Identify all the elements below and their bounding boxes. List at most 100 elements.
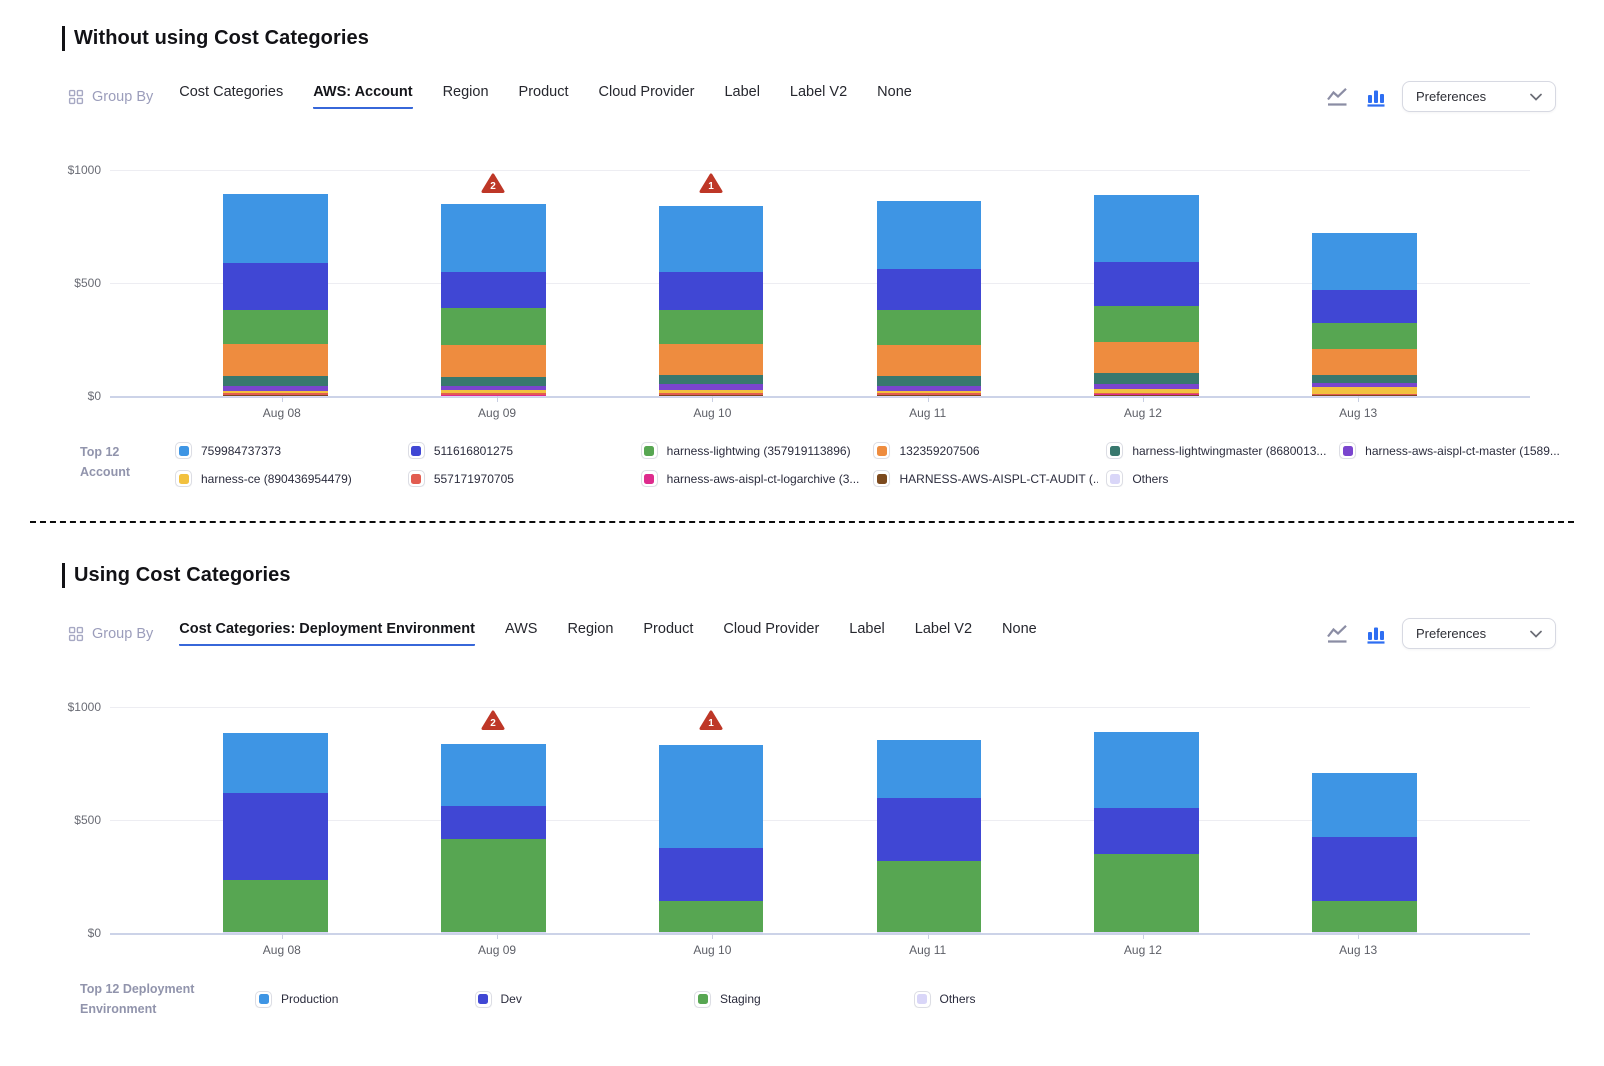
legend-item-harness-aws-aispl-ct-logarchive-3[interactable]: harness-aws-aispl-ct-logarchive (3... [641, 470, 866, 487]
stacked-bar-aug-08[interactable] [223, 194, 328, 396]
bar-segment-staging[interactable] [1312, 901, 1417, 933]
tab-cost-categories[interactable]: Cost Categories [179, 84, 283, 109]
tab-label[interactable]: Label [724, 84, 759, 109]
bar-segment-harness-lightwingmaster-8680013[interactable] [659, 375, 764, 384]
bar-segment-harness-lightwingmaster-8680013[interactable] [223, 376, 328, 386]
legend-item-others[interactable]: Others [914, 991, 1126, 1008]
tab-product[interactable]: Product [519, 84, 569, 109]
legend-item-staging[interactable]: Staging [694, 991, 906, 1008]
bar-segment-132359207506[interactable] [1094, 342, 1199, 374]
stacked-bar-aug-13[interactable] [1312, 233, 1417, 396]
stacked-bar-aug-13[interactable] [1312, 773, 1417, 933]
bar-segment-dev[interactable] [223, 793, 328, 880]
legend-item-others[interactable]: Others [1106, 470, 1331, 487]
bar-segment-dev[interactable] [877, 798, 982, 861]
legend-item-511616801275[interactable]: 511616801275 [408, 442, 633, 459]
legend-item-759984737373[interactable]: 759984737373 [175, 442, 400, 459]
bar-segment-production[interactable] [877, 740, 982, 798]
bar-segment-511616801275[interactable] [877, 269, 982, 311]
bar-segment-production[interactable] [1312, 773, 1417, 837]
bar-segment-511616801275[interactable] [659, 272, 764, 309]
bar-segment-759984737373[interactable] [441, 204, 546, 272]
bar-segment-production[interactable] [659, 745, 764, 848]
bar-chart-icon[interactable] [1365, 86, 1387, 108]
legend-item-harness-lightwing-357919113896[interactable]: harness-lightwing (357919113896) [641, 442, 866, 459]
bar-segment-staging[interactable] [877, 861, 982, 932]
tab-aws-account[interactable]: AWS: Account [313, 84, 412, 109]
stacked-bar-aug-12[interactable] [1094, 732, 1199, 933]
tab-cloud-provider[interactable]: Cloud Provider [599, 84, 695, 109]
bar-segment-132359207506[interactable] [1312, 349, 1417, 375]
tab-region[interactable]: Region [443, 84, 489, 109]
tab-label-v2[interactable]: Label V2 [915, 621, 972, 646]
tab-cost-categories-deployment-environment[interactable]: Cost Categories: Deployment Environment [179, 621, 475, 646]
bar-segment-759984737373[interactable] [1312, 233, 1417, 290]
bar-segment-production[interactable] [223, 733, 328, 793]
legend-item-harness-lightwingmaster-8680013[interactable]: harness-lightwingmaster (8680013... [1106, 442, 1331, 459]
stacked-bar-aug-12[interactable] [1094, 195, 1199, 396]
stacked-bar-aug-10[interactable] [659, 206, 764, 396]
legend-item-harness-aws-aispl-ct-master-1589[interactable]: harness-aws-aispl-ct-master (1589... [1339, 442, 1564, 459]
bar-segment-dev[interactable] [659, 848, 764, 901]
bar-segment-132359207506[interactable] [441, 345, 546, 377]
bar-segment-dev[interactable] [441, 806, 546, 839]
legend-item-production[interactable]: Production [255, 991, 467, 1008]
stacked-bar-aug-11[interactable] [877, 201, 982, 396]
bar-segment-harness-lightwingmaster-8680013[interactable] [441, 377, 546, 386]
tab-product[interactable]: Product [643, 621, 693, 646]
tab-none[interactable]: None [877, 84, 912, 109]
bar-segment-harness-lightwingmaster-8680013[interactable] [1094, 373, 1199, 383]
anomaly-badge[interactable]: 2 [481, 173, 505, 199]
tab-region[interactable]: Region [567, 621, 613, 646]
anomaly-badge[interactable]: 2 [481, 710, 505, 736]
bar-segment-staging[interactable] [223, 880, 328, 932]
bar-segment-dev[interactable] [1312, 837, 1417, 900]
bar-segment-dev[interactable] [1094, 808, 1199, 854]
stacked-bar-aug-11[interactable] [877, 740, 982, 933]
bar-segment-511616801275[interactable] [1094, 262, 1199, 306]
tab-cloud-provider[interactable]: Cloud Provider [723, 621, 819, 646]
tab-label[interactable]: Label [849, 621, 884, 646]
legend-item-132359207506[interactable]: 132359207506 [873, 442, 1098, 459]
bar-segment-511616801275[interactable] [223, 263, 328, 310]
bar-segment-harness-lightwing-357919113896[interactable] [877, 310, 982, 345]
stacked-bar-aug-08[interactable] [223, 733, 328, 933]
bar-segment-759984737373[interactable] [223, 194, 328, 263]
legend-item-557171970705[interactable]: 557171970705 [408, 470, 633, 487]
bar-segment-harness-lightwing-357919113896[interactable] [1312, 323, 1417, 349]
tab-label-v2[interactable]: Label V2 [790, 84, 847, 109]
bar-segment-production[interactable] [441, 744, 546, 806]
preferences-button[interactable]: Preferences [1402, 618, 1556, 649]
bar-segment-staging[interactable] [1094, 854, 1199, 932]
tab-none[interactable]: None [1002, 621, 1037, 646]
bar-segment-harness-lightwingmaster-8680013[interactable] [1312, 375, 1417, 383]
stacked-bar-aug-09[interactable] [441, 204, 546, 396]
bar-segment-staging[interactable] [441, 839, 546, 933]
bar-segment-759984737373[interactable] [1094, 195, 1199, 262]
legend-item-dev[interactable]: Dev [475, 991, 687, 1008]
bar-segment-511616801275[interactable] [441, 272, 546, 308]
anomaly-badge[interactable]: 1 [699, 710, 723, 736]
bar-segment-harness-ce-890436954479[interactable] [1312, 387, 1417, 394]
stacked-bar-aug-09[interactable] [441, 744, 546, 933]
stacked-bar-aug-10[interactable] [659, 745, 764, 933]
bar-segment-harness-lightwing-357919113896[interactable] [659, 310, 764, 344]
bar-segment-harness-lightwing-357919113896[interactable] [223, 310, 328, 344]
bar-segment-harness-lightwing-357919113896[interactable] [1094, 306, 1199, 342]
tab-aws[interactable]: AWS [505, 621, 538, 646]
bar-segment-132359207506[interactable] [223, 344, 328, 375]
bar-segment-harness-lightwingmaster-8680013[interactable] [877, 376, 982, 386]
line-chart-icon[interactable] [1324, 86, 1350, 108]
bar-segment-759984737373[interactable] [659, 206, 764, 273]
bar-segment-132359207506[interactable] [877, 345, 982, 376]
bar-segment-759984737373[interactable] [877, 201, 982, 269]
bar-segment-staging[interactable] [659, 901, 764, 933]
preferences-button[interactable]: Preferences [1402, 81, 1556, 112]
bar-segment-132359207506[interactable] [659, 344, 764, 376]
legend-item-harness-ce-890436954479[interactable]: harness-ce (890436954479) [175, 470, 400, 487]
bar-segment-production[interactable] [1094, 732, 1199, 808]
bar-segment-harness-lightwing-357919113896[interactable] [441, 308, 546, 345]
line-chart-icon[interactable] [1324, 623, 1350, 645]
legend-item-harness-aws-aispl-ct-audit[interactable]: HARNESS-AWS-AISPL-CT-AUDIT (... [873, 470, 1098, 487]
bar-chart-icon[interactable] [1365, 623, 1387, 645]
